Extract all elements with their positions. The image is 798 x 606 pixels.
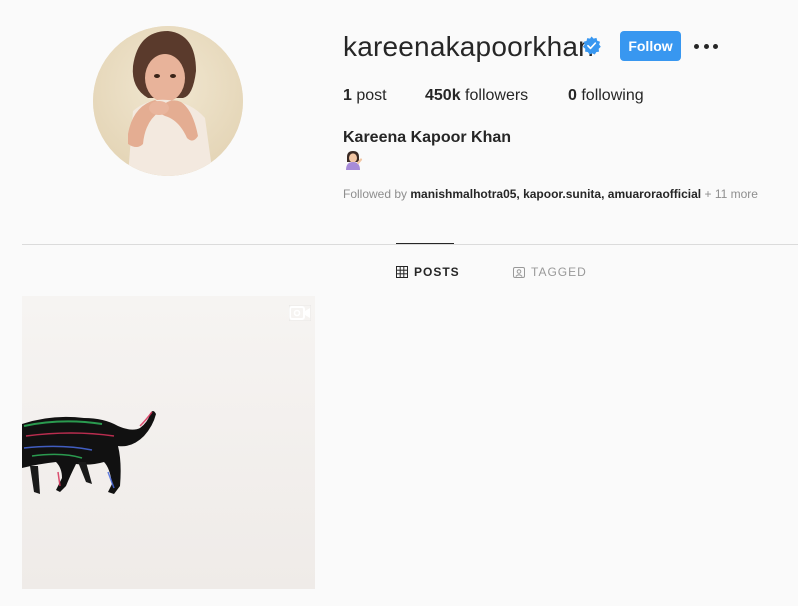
video-icon: [289, 305, 311, 321]
profile-avatar[interactable]: [93, 26, 243, 176]
profile-username: kareenakapoorkhan: [343, 31, 594, 62]
following-count-link[interactable]: 0 following: [568, 86, 644, 106]
follow-button[interactable]: Follow: [620, 31, 681, 61]
tab-tagged[interactable]: TAGGED: [513, 264, 587, 280]
followers-count-link[interactable]: 450k followers: [425, 86, 528, 106]
woman-tipping-hand-emoji-icon: [346, 151, 363, 170]
tab-posts[interactable]: POSTS: [396, 264, 460, 280]
more-options-icon[interactable]: [694, 36, 718, 56]
tab-tagged-label: TAGGED: [531, 265, 587, 279]
post-thumbnail[interactable]: [22, 296, 315, 589]
tabs-divider: [22, 244, 798, 245]
cat-image: [22, 296, 315, 589]
verified-badge-icon: [582, 36, 601, 55]
grid-icon: [396, 266, 408, 278]
posts-count-stat: 1 post: [343, 87, 387, 104]
active-tab-indicator: [396, 243, 454, 244]
tab-posts-label: POSTS: [414, 265, 460, 279]
followed-by-text[interactable]: Followed by manishmalhotra05, kapoor.sun…: [343, 186, 758, 202]
tagged-icon: [513, 267, 525, 278]
profile-full-name: Kareena Kapoor Khan: [343, 129, 512, 146]
